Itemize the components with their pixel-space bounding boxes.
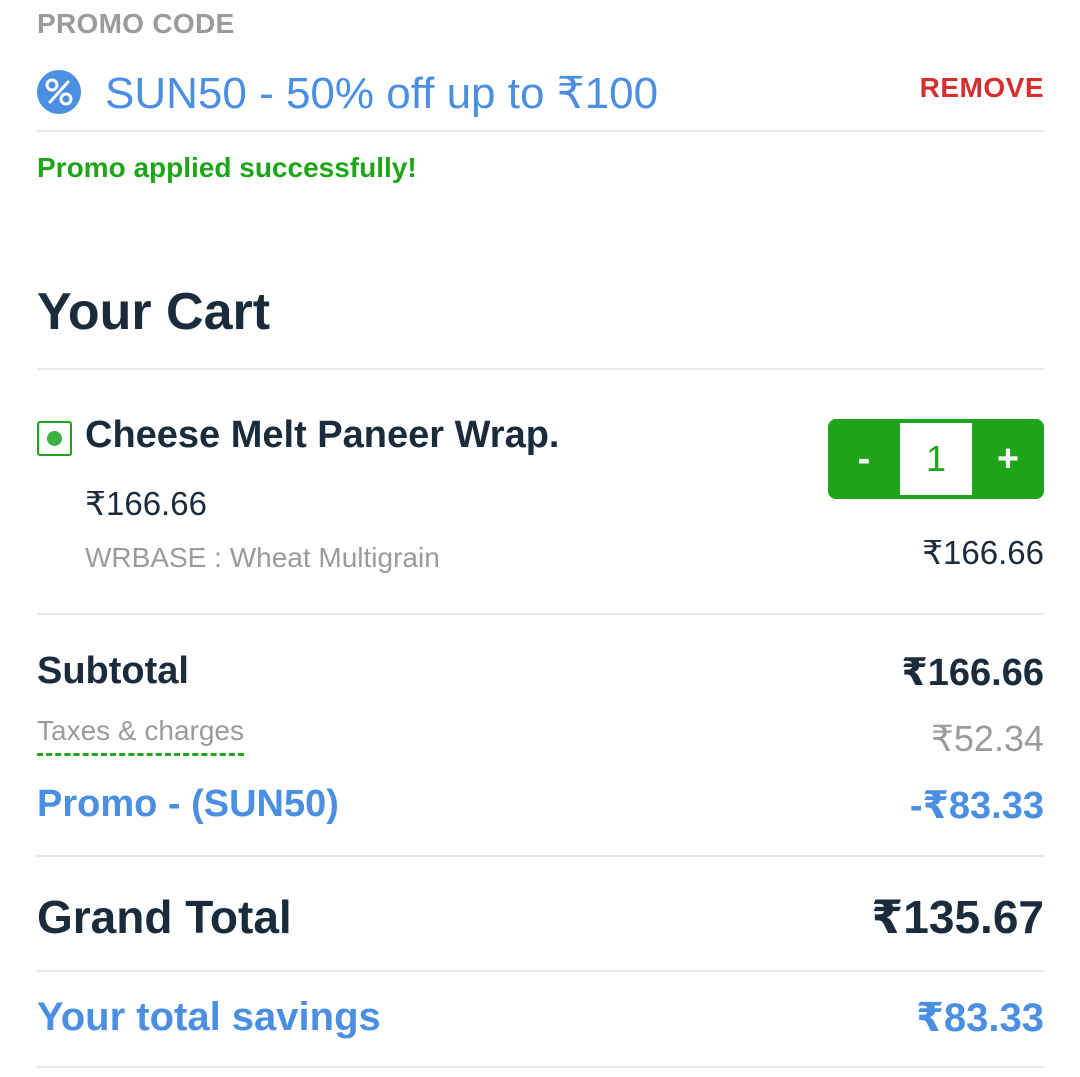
- total-savings-value: ₹83.33: [916, 996, 1044, 1040]
- taxes-charges-link[interactable]: Taxes & charges: [37, 715, 244, 756]
- item-unit-price: ₹166.66: [85, 485, 207, 522]
- item-customization: WRBASE : Wheat Multigrain: [85, 542, 440, 573]
- divider: [37, 613, 1044, 615]
- divider: [37, 855, 1044, 857]
- increment-button[interactable]: +: [972, 419, 1044, 499]
- decrement-button[interactable]: -: [828, 419, 900, 499]
- applied-promo-text: SUN50 - 50% off up to ₹100: [105, 69, 659, 118]
- cart-title: Your Cart: [37, 283, 271, 341]
- divider: [37, 130, 1044, 132]
- grand-total-label: Grand Total: [37, 891, 292, 943]
- cart-page: PROMO CODE SUN50 - 50% off up to ₹100 RE…: [0, 0, 1080, 1077]
- item-line-total: ₹166.66: [922, 534, 1044, 571]
- divider: [37, 970, 1044, 972]
- promo-discount-label: Promo - (SUN50): [37, 783, 339, 825]
- grand-total-value: ₹135.67: [871, 891, 1044, 943]
- total-savings-label: Your total savings: [37, 995, 381, 1039]
- veg-indicator-icon: [37, 421, 72, 456]
- item-name: Cheese Melt Paneer Wrap.: [85, 414, 560, 456]
- remove-promo-button[interactable]: REMOVE: [920, 72, 1044, 104]
- subtotal-label: Subtotal: [37, 650, 189, 692]
- divider: [37, 368, 1044, 370]
- taxes-value: ₹52.34: [931, 718, 1044, 759]
- promo-section-label: PROMO CODE: [37, 8, 235, 39]
- divider: [37, 1066, 1044, 1068]
- promo-success-message: Promo applied successfully!: [37, 152, 417, 183]
- veg-dot: [47, 431, 62, 446]
- subtotal-value: ₹166.66: [901, 652, 1044, 694]
- promo-discount-value: -₹83.33: [909, 785, 1044, 827]
- percent-badge-icon: [37, 70, 81, 114]
- applied-promo-row: SUN50 - 50% off up to ₹100 REMOVE: [37, 68, 1044, 118]
- quantity-stepper: - 1 +: [828, 419, 1044, 499]
- quantity-value: 1: [900, 423, 972, 495]
